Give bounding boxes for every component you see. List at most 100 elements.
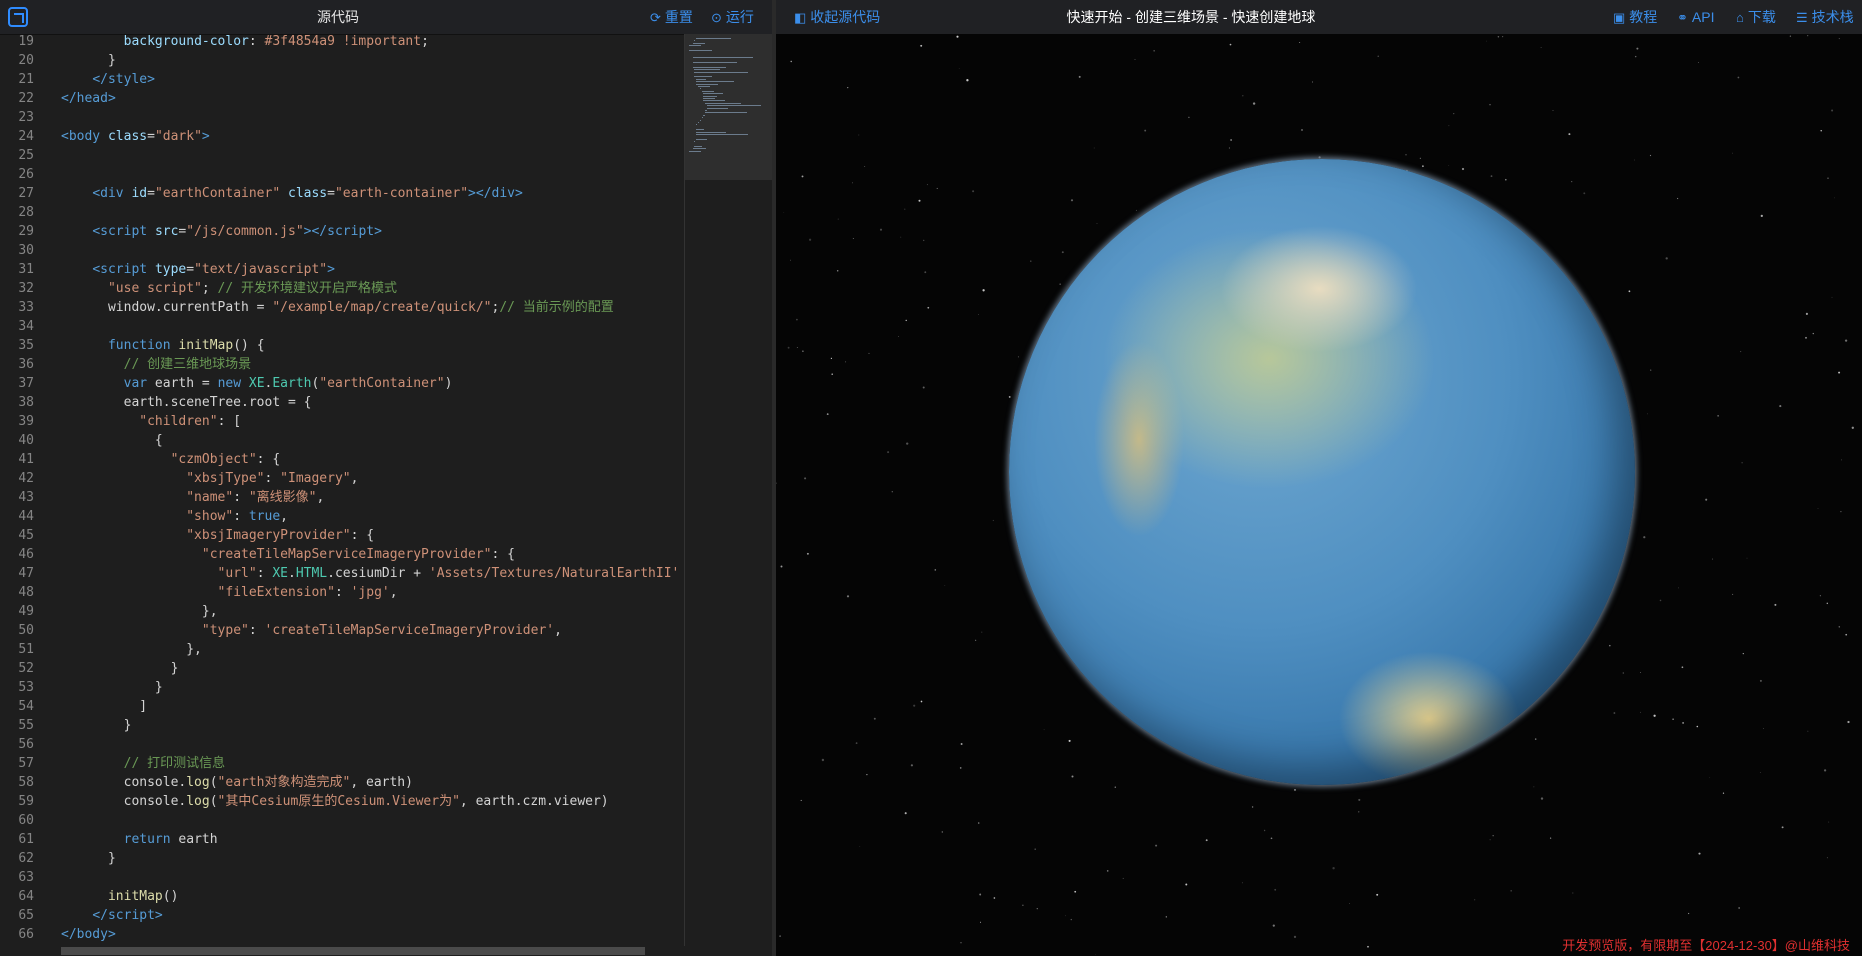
star: [1827, 177, 1829, 180]
code-line[interactable]: 32 "use script"; // 开发环境建议开启严格模式: [0, 279, 680, 298]
star: [1293, 935, 1297, 939]
code-line[interactable]: 59 console.log("其中Cesium原生的Cesium.Viewer…: [0, 792, 680, 811]
nav-api-link[interactable]: ⚭ API: [1677, 0, 1714, 34]
star: [1332, 867, 1335, 870]
minimap-line: [696, 134, 749, 135]
code-line[interactable]: 19 background-color: #3f4854a9 !importan…: [0, 34, 680, 51]
nav-tutorial-link[interactable]: ▣ 教程: [1613, 0, 1657, 34]
code-line[interactable]: 48 "fileExtension": 'jpg',: [0, 583, 680, 602]
horizontal-scrollbar[interactable]: [61, 947, 645, 955]
minimap-line: [705, 112, 747, 114]
code-line[interactable]: 37 var earth = new XE.Earth("earthContai…: [0, 374, 680, 393]
code-line[interactable]: 21 </style>: [0, 70, 680, 89]
code-line[interactable]: 45 "xbsjImageryProvider": {: [0, 526, 680, 545]
star: [1068, 739, 1071, 742]
code-line[interactable]: 20 }: [0, 51, 680, 70]
code-line[interactable]: 39 "children": [: [0, 412, 680, 431]
star: [1746, 557, 1748, 559]
code-line[interactable]: 25: [0, 146, 680, 165]
code-line[interactable]: 67: [0, 944, 680, 946]
line-number: 44: [18, 509, 34, 524]
star: [1789, 35, 1792, 37]
code-line[interactable]: 66 </body>: [0, 925, 680, 944]
code-line[interactable]: 24 <body class="dark">: [0, 127, 680, 146]
minimap-line: [703, 114, 706, 116]
star: [981, 631, 983, 633]
code-line[interactable]: 52 }: [0, 659, 680, 678]
code-line[interactable]: 29 <script src="/js/common.js"></script>: [0, 222, 680, 241]
nav-download-link[interactable]: ⌂ 下载: [1736, 0, 1776, 34]
star: [1613, 712, 1616, 714]
code-line[interactable]: 22 </head>: [0, 89, 680, 108]
star: [1489, 103, 1491, 106]
code-line[interactable]: 38 earth.sceneTree.root = {: [0, 393, 680, 412]
code-line[interactable]: 40 {: [0, 431, 680, 450]
code-line[interactable]: 56: [0, 735, 680, 754]
code-line[interactable]: 35 function initMap() {: [0, 336, 680, 355]
code-line[interactable]: 28: [0, 203, 680, 222]
code-line[interactable]: 51 },: [0, 640, 680, 659]
code-line[interactable]: 44 "show": true,: [0, 507, 680, 526]
code-line[interactable]: 54 ]: [0, 697, 680, 716]
code-line[interactable]: 36 // 创建三维地球场景: [0, 355, 680, 374]
minimap-line: [696, 138, 707, 140]
code-line[interactable]: 34: [0, 317, 680, 336]
star: [1762, 728, 1764, 729]
code-line[interactable]: 65 </script>: [0, 906, 680, 925]
star: [1188, 116, 1190, 119]
line-number: 30: [18, 243, 34, 258]
code-line[interactable]: 57 // 打印测试信息: [0, 754, 680, 773]
line-number: 56: [18, 737, 34, 752]
reset-button[interactable]: ⟳ 重置: [650, 0, 693, 34]
line-number: 29: [18, 224, 34, 239]
code-line[interactable]: 41 "czmObject": {: [0, 450, 680, 469]
code-line[interactable]: 47 "url": XE.HTML.cesiumDir + 'Assets/Te…: [0, 564, 680, 583]
minimap-viewport[interactable]: [685, 34, 773, 180]
code-line[interactable]: 23: [0, 108, 680, 127]
code-line[interactable]: 58 console.log("earth对象构造完成", earth): [0, 773, 680, 792]
star: [1847, 720, 1850, 724]
line-number: 54: [18, 699, 34, 714]
line-number: 34: [18, 319, 34, 334]
star: [1819, 595, 1821, 597]
star: [1682, 721, 1685, 724]
minimap-line: [689, 50, 712, 51]
star: [1377, 55, 1379, 57]
star: [1486, 40, 1488, 42]
code-line[interactable]: 64 initMap(): [0, 887, 680, 906]
star: [1552, 110, 1554, 112]
star: [1738, 907, 1740, 909]
star: [1781, 826, 1784, 829]
code-text: <script src="/js/common.js"></script>: [92, 224, 382, 239]
code-line[interactable]: 43 "name": "离线影像",: [0, 488, 680, 507]
code-line[interactable]: 60: [0, 811, 680, 830]
code-line[interactable]: 55 }: [0, 716, 680, 735]
code-line[interactable]: 27 <div id="earthContainer" class="earth…: [0, 184, 680, 203]
code-line[interactable]: 63: [0, 868, 680, 887]
code-line[interactable]: 53 }: [0, 678, 680, 697]
code-area[interactable]: 19 background-color: #3f4854a9 !importan…: [0, 34, 680, 946]
run-button[interactable]: ⊙ 运行: [711, 0, 754, 34]
code-line[interactable]: 49 },: [0, 602, 680, 621]
star: [1474, 899, 1476, 901]
code-line[interactable]: 62 }: [0, 849, 680, 868]
code-line[interactable]: 46 "createTileMapServiceImageryProvider"…: [0, 545, 680, 564]
code-line[interactable]: 31 <script type="text/javascript">: [0, 260, 680, 279]
star: [790, 259, 792, 261]
line-number: 40: [18, 433, 34, 448]
earth-globe[interactable]: [1009, 159, 1635, 785]
code-line[interactable]: 61 return earth: [0, 830, 680, 849]
minimap-line: [696, 38, 732, 39]
code-line[interactable]: 50 "type": 'createTileMapServiceImageryP…: [0, 621, 680, 640]
star: [1851, 426, 1854, 429]
line-number: 19: [18, 34, 34, 49]
code-line[interactable]: 33 window.currentPath = "/example/map/cr…: [0, 298, 680, 317]
star: [927, 306, 930, 309]
nav-tech-stack-link[interactable]: ☰ 技术栈: [1796, 0, 1854, 34]
code-line[interactable]: 30: [0, 241, 680, 260]
line-number: 23: [18, 110, 34, 125]
code-line[interactable]: 42 "xbsjType": "Imagery",: [0, 469, 680, 488]
code-minimap[interactable]: [684, 34, 773, 946]
star: [1274, 888, 1277, 891]
code-line[interactable]: 26: [0, 165, 680, 184]
